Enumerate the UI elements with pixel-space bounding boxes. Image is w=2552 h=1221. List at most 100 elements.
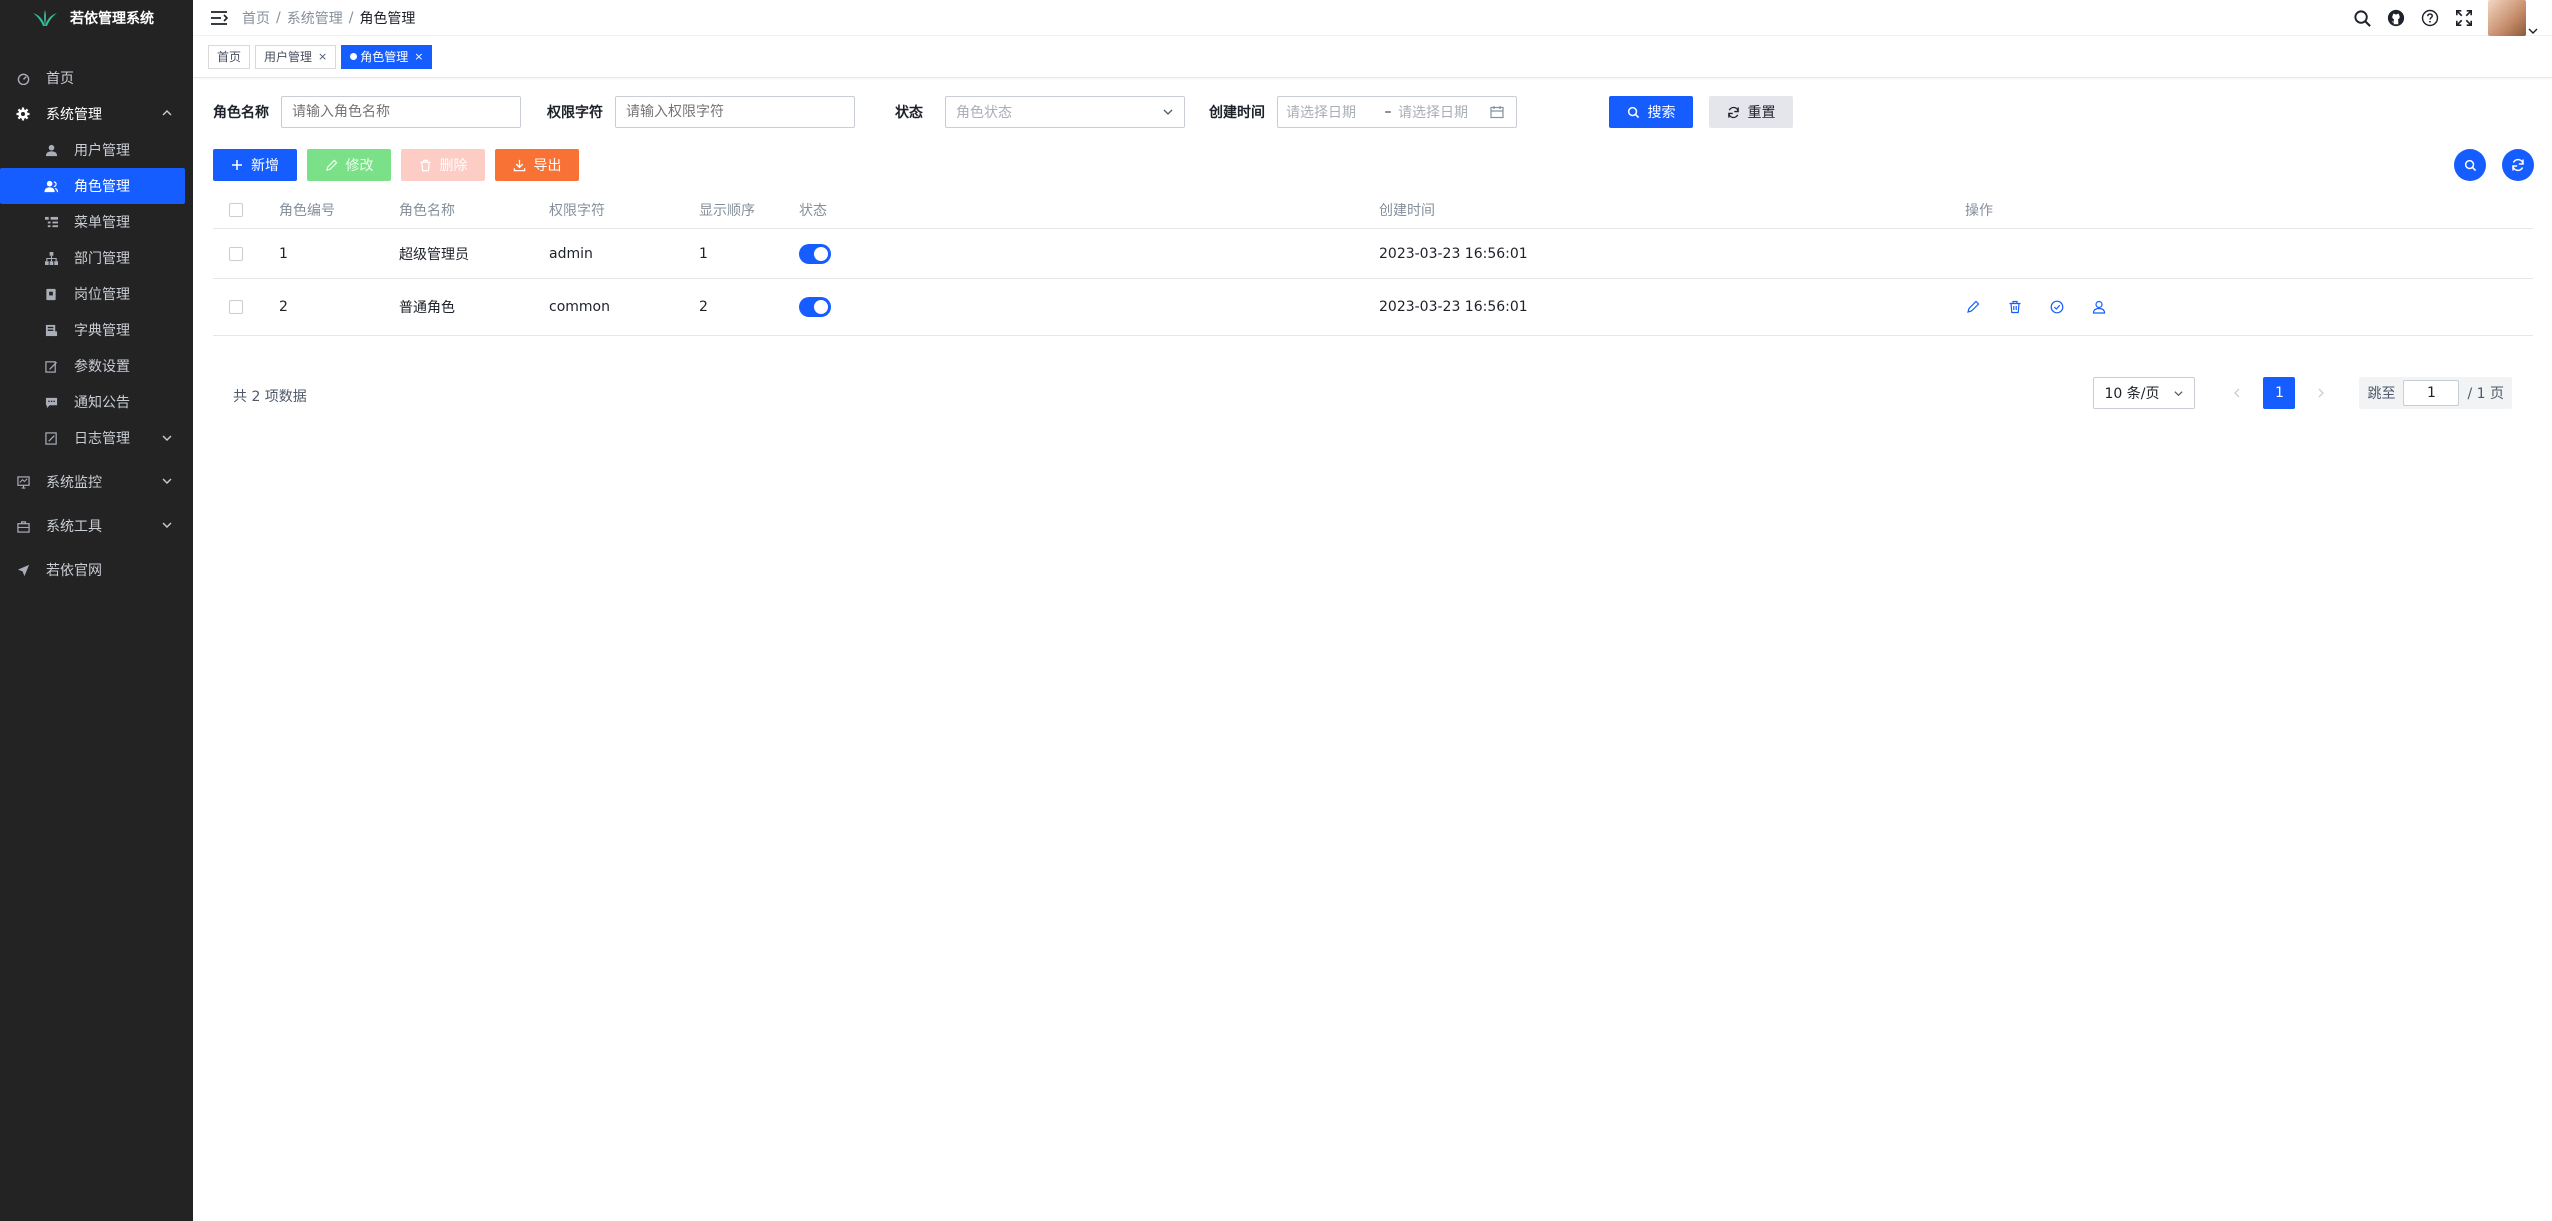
tab-roles[interactable]: 角色管理 × bbox=[341, 44, 433, 69]
fullscreen-icon[interactable] bbox=[2454, 8, 2474, 28]
edit-button[interactable]: 修改 bbox=[307, 149, 391, 181]
refresh-button[interactable] bbox=[2502, 149, 2534, 181]
delete-icon bbox=[419, 159, 431, 171]
export-button-label: 导出 bbox=[533, 158, 562, 174]
main-content: 角色名称 权限字符 状态 角色状态 创建时间 请选择日期 – 请选择日期 搜索 … bbox=[193, 78, 2552, 1221]
role-name-input[interactable] bbox=[281, 96, 521, 128]
app-title: 若依管理系统 bbox=[70, 11, 154, 27]
status-switch[interactable] bbox=[799, 243, 831, 264]
sidebar-item-notice[interactable]: 通知公告 bbox=[0, 384, 193, 420]
page-size-value: 10 条/页 bbox=[2104, 386, 2160, 402]
chevron-right-icon bbox=[2319, 388, 2325, 398]
prev-page-button[interactable] bbox=[2221, 377, 2253, 409]
column-header: 操作 bbox=[1965, 202, 1993, 219]
status-switch[interactable] bbox=[799, 297, 831, 317]
sidebar-item-depts[interactable]: 部门管理 bbox=[0, 240, 193, 276]
user-assign-icon[interactable] bbox=[2091, 299, 2107, 315]
sidebar-item-label: 日志管理 bbox=[74, 431, 130, 447]
page-number-current[interactable]: 1 bbox=[2263, 377, 2296, 409]
tab-label: 首页 bbox=[217, 50, 242, 64]
select-all-checkbox[interactable] bbox=[229, 202, 243, 217]
search-icon[interactable] bbox=[2352, 8, 2372, 28]
sidebar-item-dict[interactable]: 字典管理 bbox=[0, 312, 193, 348]
close-icon[interactable]: × bbox=[414, 50, 423, 63]
end-date-placeholder: 请选择日期 bbox=[1398, 105, 1468, 121]
column-header[interactable]: 权限字符 bbox=[549, 200, 699, 220]
search-icon bbox=[1627, 106, 1639, 118]
search-button[interactable]: 搜索 bbox=[1609, 96, 1693, 128]
sidebar-item-home[interactable]: 首页 bbox=[0, 60, 193, 96]
gear-icon bbox=[16, 107, 30, 121]
sidebar-item-tools[interactable]: 系统工具 bbox=[0, 508, 193, 544]
tool-icon bbox=[16, 519, 30, 533]
search-icon bbox=[2464, 159, 2476, 171]
reset-button[interactable]: 重置 bbox=[1709, 96, 1793, 128]
status-label: 状态 bbox=[895, 105, 923, 121]
sidebar-item-menus[interactable]: 菜单管理 bbox=[0, 204, 193, 240]
user-menu[interactable] bbox=[2488, 0, 2538, 36]
hamburger-icon[interactable] bbox=[210, 10, 228, 26]
check-circle-icon[interactable] bbox=[2049, 299, 2065, 315]
breadcrumb-home[interactable]: 首页 bbox=[242, 8, 270, 28]
status-select[interactable]: 角色状态 bbox=[945, 96, 1185, 128]
close-icon[interactable]: × bbox=[318, 50, 327, 63]
row-checkbox[interactable] bbox=[229, 246, 243, 261]
reset-button-label: 重置 bbox=[1747, 105, 1776, 121]
chevron-down-icon bbox=[162, 522, 172, 528]
column-header[interactable]: 角色编号 bbox=[279, 200, 399, 220]
delete-icon[interactable] bbox=[2007, 299, 2023, 315]
role-key: admin bbox=[549, 245, 593, 262]
next-page-button[interactable] bbox=[2305, 377, 2337, 409]
user-group-icon bbox=[44, 179, 58, 193]
page-size-select[interactable]: 10 条/页 bbox=[2093, 377, 2196, 409]
role-key: common bbox=[549, 299, 610, 315]
created-time-label: 创建时间 bbox=[1209, 105, 1265, 121]
column-header[interactable]: 显示顺序 bbox=[699, 200, 799, 220]
sidebar-item-website[interactable]: 若依官网 bbox=[0, 552, 193, 588]
role-key-input[interactable] bbox=[615, 96, 855, 128]
sidebar-item-config[interactable]: 参数设置 bbox=[0, 348, 193, 384]
export-button[interactable]: 导出 bbox=[495, 149, 579, 181]
add-button[interactable]: 新增 bbox=[213, 149, 297, 181]
chevron-down-icon bbox=[1163, 109, 1173, 115]
created-time: 2023-03-23 16:56:01 bbox=[1379, 245, 1528, 262]
github-icon[interactable] bbox=[2386, 8, 2406, 28]
sidebar-item-system[interactable]: 系统管理 bbox=[0, 96, 193, 132]
edit-icon[interactable] bbox=[1965, 299, 1981, 315]
sidebar-item-monitor[interactable]: 系统监控 bbox=[0, 464, 193, 500]
role-name: 普通角色 bbox=[399, 300, 455, 316]
column-header[interactable]: 创建时间 bbox=[1379, 200, 1965, 220]
row-actions bbox=[1965, 299, 2265, 315]
delete-button[interactable]: 删除 bbox=[401, 149, 485, 181]
sidebar-item-label: 系统工具 bbox=[46, 519, 102, 535]
sidebar-item-label: 参数设置 bbox=[74, 359, 130, 375]
role-name: 超级管理员 bbox=[399, 246, 469, 263]
date-range-picker[interactable]: 请选择日期 – 请选择日期 bbox=[1277, 96, 1517, 128]
help-icon[interactable] bbox=[2420, 8, 2440, 28]
table-row[interactable]: 2 普通角色 common 2 2023-03-23 16:56:01 bbox=[213, 279, 2533, 336]
jump-page-input[interactable]: 1 bbox=[2403, 380, 2460, 406]
sidebar: 若依管理系统 首页 系统管理 用户管理 角色管理 菜单管理 部门管理 岗位管理 … bbox=[0, 0, 193, 1221]
start-date-placeholder: 请选择日期 bbox=[1286, 105, 1356, 121]
logo[interactable]: 若依管理系统 bbox=[0, 0, 193, 36]
table-row[interactable]: 1 超级管理员 admin 1 2023-03-23 16:56:01 bbox=[213, 229, 2533, 279]
toggle-search-button[interactable] bbox=[2454, 149, 2486, 181]
search-button-label: 搜索 bbox=[1647, 105, 1676, 121]
tab-home[interactable]: 首页 bbox=[208, 44, 251, 69]
role-name-label: 角色名称 bbox=[213, 105, 269, 121]
chevron-down-icon bbox=[162, 435, 172, 441]
tab-users[interactable]: 用户管理 × bbox=[255, 44, 337, 69]
sidebar-item-roles[interactable]: 角色管理 bbox=[0, 168, 185, 204]
column-header[interactable]: 状态 bbox=[799, 200, 1379, 220]
sidebar-item-users[interactable]: 用户管理 bbox=[0, 132, 193, 168]
column-header[interactable]: 角色名称 bbox=[399, 200, 549, 220]
breadcrumb-system[interactable]: 系统管理 bbox=[287, 8, 343, 28]
row-checkbox[interactable] bbox=[229, 300, 243, 314]
sidebar-item-label: 字典管理 bbox=[74, 323, 130, 339]
table-header: 角色编号 角色名称 权限字符 显示顺序 状态 创建时间 操作 bbox=[213, 191, 2533, 229]
avatar[interactable] bbox=[2488, 0, 2526, 36]
role-key-label: 权限字符 bbox=[547, 105, 603, 121]
tab-label: 角色管理 bbox=[360, 50, 409, 64]
sidebar-item-logs[interactable]: 日志管理 bbox=[0, 420, 193, 456]
sidebar-item-posts[interactable]: 岗位管理 bbox=[0, 276, 193, 312]
